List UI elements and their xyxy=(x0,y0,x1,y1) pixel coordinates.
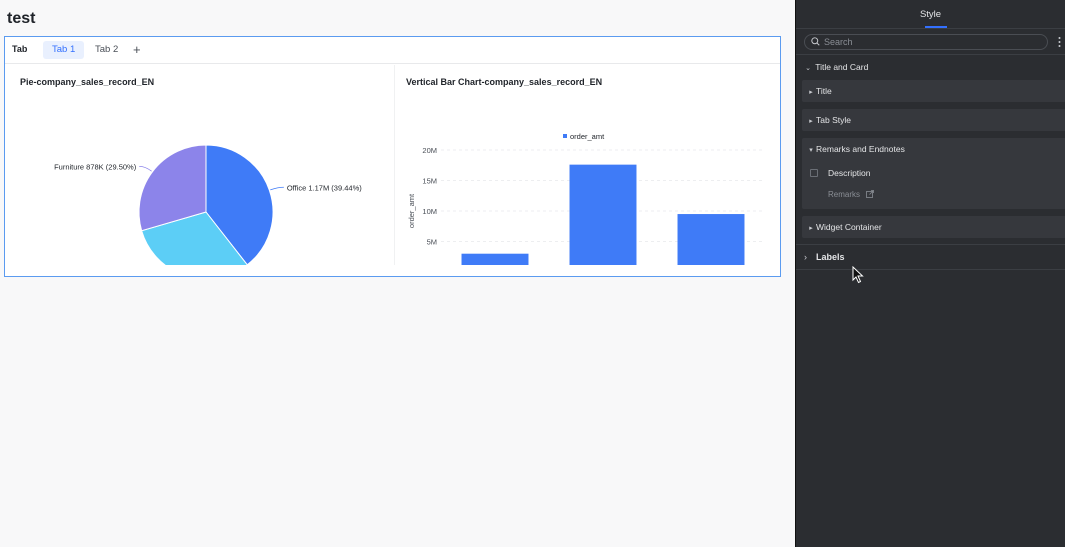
tab-style[interactable]: Style xyxy=(796,9,1065,20)
page-title: test xyxy=(7,10,36,27)
dashboard-canvas: test Tab Tab 1 Tab 2 + Pie-company_sales… xyxy=(0,0,795,547)
bar-plain[interactable] xyxy=(461,253,529,265)
divider xyxy=(796,54,1065,55)
section-title-and-card[interactable]: ⌄ Title and Card xyxy=(803,62,1065,72)
tab-bar: Tab Tab 1 Tab 2 + xyxy=(5,37,780,64)
section-title-and-card-label: Title and Card xyxy=(815,62,869,72)
caret-right-icon: ▸ xyxy=(809,225,813,232)
more-vertical-icon[interactable] xyxy=(1058,36,1061,48)
caret-down-icon: ▾ xyxy=(809,147,813,154)
divider xyxy=(796,244,1065,245)
search-icon xyxy=(811,37,820,46)
group-title-label: Title xyxy=(816,86,832,96)
plus-icon[interactable]: + xyxy=(133,41,141,59)
group-tab-style-row: ▸ Tab Style xyxy=(806,115,851,125)
caret-right-icon: ▸ xyxy=(809,118,813,125)
bar-chart-widget[interactable]: Vertical Bar Chart-company_sales_record_… xyxy=(394,65,778,265)
caret-right-icon: ▸ xyxy=(809,89,813,96)
group-widget-container-label: Widget Container xyxy=(816,222,882,232)
style-panel: Style ⌄ Title and Card ▸Title ▸Tab Style… xyxy=(795,0,1065,547)
panel-header: Style xyxy=(796,0,1065,29)
tab-widget-label: Tab xyxy=(12,44,28,54)
y-axis-label: order_amt xyxy=(407,193,416,228)
search-box[interactable] xyxy=(804,34,1048,50)
y-tick-label: 5M xyxy=(427,238,437,247)
group-tab-style-label: Tab Style xyxy=(816,115,851,125)
group-title[interactable]: ▸ Title xyxy=(802,80,1065,102)
group-title-row: ▸ Title xyxy=(806,86,832,96)
chevron-down-icon: ⌄ xyxy=(805,65,811,72)
section-labels[interactable]: › Labels xyxy=(804,252,845,262)
description-label: Description xyxy=(828,168,871,178)
y-tick-label: 15M xyxy=(422,177,437,186)
search-input[interactable] xyxy=(824,36,1039,48)
description-checkbox[interactable] xyxy=(810,169,818,177)
chevron-right-icon: › xyxy=(804,252,807,262)
pie-chart-widget[interactable]: Pie-company_sales_record_EN Office 1.17M… xyxy=(9,65,394,265)
active-tab-indicator xyxy=(925,26,947,28)
group-tab-style[interactable]: ▸ Tab Style xyxy=(802,109,1065,131)
legend-swatch xyxy=(563,134,567,138)
remarks-link[interactable]: Remarks xyxy=(828,190,875,199)
bar-truck[interactable] xyxy=(677,214,745,265)
pie-data-label: Furniture 878K (29.50%) xyxy=(54,162,137,171)
tab-1[interactable]: Tab 1 xyxy=(43,41,85,59)
pie-chart: Office 1.17M (39.44%)Technique 925K (31.… xyxy=(54,144,362,265)
bar-chart: order_amt05M10M15M20Morder_amtPlainTrain… xyxy=(407,132,765,265)
external-link-icon xyxy=(866,190,875,198)
bar-train[interactable] xyxy=(569,164,637,265)
y-tick-label: 10M xyxy=(422,207,437,216)
y-tick-label: 20M xyxy=(422,146,437,155)
group-widget-container[interactable]: ▸ Widget Container xyxy=(802,216,1065,238)
pie-label-leader xyxy=(270,186,284,191)
group-remarks-row: ▾ Remarks and Endnotes xyxy=(806,144,905,154)
tab-2[interactable]: Tab 2 xyxy=(86,41,127,59)
group-widget-container-row: ▸ Widget Container xyxy=(806,222,882,232)
group-remarks-label: Remarks and Endnotes xyxy=(816,144,905,154)
legend-label[interactable]: order_amt xyxy=(570,132,605,141)
mouse-cursor-icon xyxy=(852,266,864,284)
remarks-label: Remarks xyxy=(828,190,861,199)
divider xyxy=(796,269,1065,270)
pie-label-leader xyxy=(139,165,152,172)
pie-data-label: Office 1.17M (39.44%) xyxy=(287,183,362,192)
tab-container-widget[interactable]: Tab Tab 1 Tab 2 + Pie-company_sales_reco… xyxy=(4,36,781,277)
section-labels-label: Labels xyxy=(816,252,845,262)
group-remarks-and-endnotes[interactable]: ▾ Remarks and Endnotes Description Remark… xyxy=(802,138,1065,209)
